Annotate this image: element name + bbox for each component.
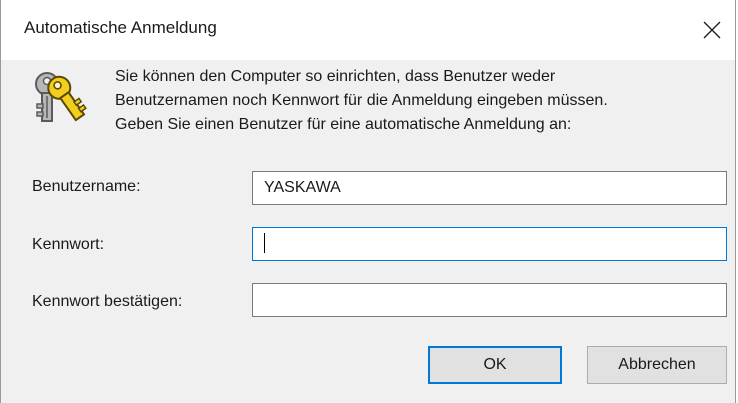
description-text: Sie können den Computer so einrichten, d…	[115, 65, 715, 137]
confirm-password-field[interactable]	[252, 283, 727, 317]
cancel-button[interactable]: Abbrechen	[587, 346, 727, 384]
auto-logon-dialog: Automatische Anmeldung Sie können den Co…	[0, 0, 736, 403]
close-icon	[703, 21, 721, 39]
title-bar: Automatische Anmeldung	[1, 0, 735, 60]
ok-button[interactable]: OK	[428, 346, 562, 384]
keys-icon	[27, 68, 91, 132]
password-label: Kennwort:	[32, 236, 105, 253]
description-line: Sie können den Computer so einrichten, d…	[115, 68, 556, 85]
username-field[interactable]	[252, 171, 727, 205]
description-line: Benutzernamen noch Kennwort für die Anme…	[115, 92, 608, 109]
close-button[interactable]	[689, 0, 735, 60]
description-line: Geben Sie einen Benutzer für eine automa…	[115, 116, 572, 133]
password-field[interactable]	[252, 227, 727, 261]
confirm-password-label: Kennwort bestätigen:	[32, 293, 183, 310]
text-caret	[264, 233, 265, 253]
username-label: Benutzername:	[32, 178, 141, 195]
window-title: Automatische Anmeldung	[24, 18, 217, 37]
